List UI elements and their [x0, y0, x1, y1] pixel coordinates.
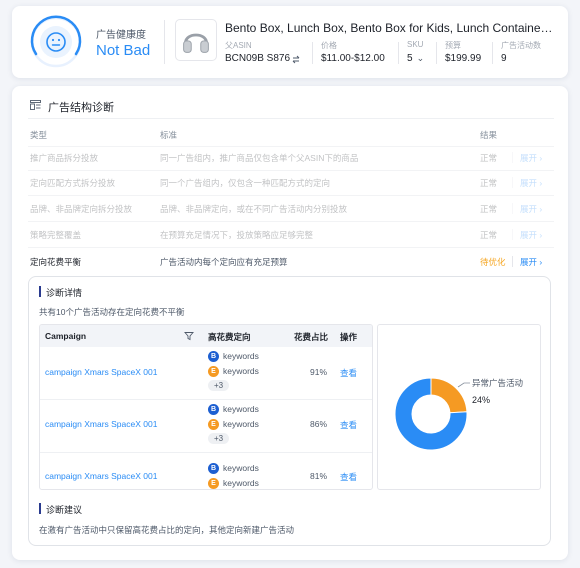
row-standard: 广告活动内每个定向应有充足预算: [160, 257, 288, 267]
advice-title: 诊断建议: [46, 505, 83, 515]
campaign-count-value: 9: [501, 53, 507, 64]
view-link[interactable]: 查看: [340, 419, 357, 431]
broad-badge-icon: B: [208, 404, 219, 416]
sku-label: SKU: [407, 40, 424, 49]
product-health-card: 广告健康度 Not Bad Bento Box, Lunch Box, Bent…: [12, 6, 568, 78]
chevron-right-icon: ›: [539, 153, 543, 163]
broad-badge-icon: B: [208, 463, 219, 475]
chevron-right-icon: ›: [539, 230, 543, 240]
th-action: 操作: [340, 332, 358, 342]
budget-label: 预算: [445, 41, 461, 50]
keyword-item: Bkeywords: [208, 404, 259, 416]
table-header: Campaign 高花费定向 花费占比 操作: [40, 325, 372, 347]
header-divider: [164, 20, 165, 64]
exact-badge-icon: E: [208, 478, 219, 489]
structure-icon: [30, 100, 41, 110]
expand-link-active[interactable]: 展开 ›: [520, 256, 542, 268]
product-thumbnail[interactable]: [175, 19, 217, 61]
campaign-link[interactable]: campaign Xmars SpaceX 001: [45, 419, 157, 429]
section-title: 广告结构诊断: [48, 102, 114, 114]
keyword-item: Ekeywords: [208, 419, 259, 431]
budget-value: $199.99: [445, 53, 482, 64]
filter-icon[interactable]: [184, 331, 194, 341]
status-badge: 待优化: [480, 257, 506, 267]
sku-dropdown[interactable]: 5 ⌄: [407, 53, 424, 64]
keyword-item: Ekeywords: [208, 478, 259, 489]
health-gauge-icon: [30, 15, 82, 68]
campaign-link[interactable]: campaign Xmars SpaceX 001: [45, 367, 157, 377]
expand-link[interactable]: 展开 ›: [520, 177, 542, 189]
spend-share: 91%: [310, 367, 328, 377]
th-targeting: 高花费定向: [208, 332, 251, 342]
view-link[interactable]: 查看: [340, 471, 357, 483]
pie-leader-line: [457, 382, 470, 388]
title-accent-bar: [39, 286, 41, 297]
spend-share: 81%: [310, 471, 328, 481]
donut-chart: 异常广告活动 24%: [394, 377, 524, 451]
price-value: $11.00-$12.00: [321, 53, 385, 64]
detail-table: Campaign 高花费定向 花费占比 操作 campaign Xmars Sp…: [39, 324, 373, 490]
expand-link[interactable]: 展开 ›: [520, 152, 542, 164]
detail-title: 诊断详情: [46, 288, 83, 298]
detail-summary: 共有10个广告活动存在定向花费不平衡: [39, 307, 185, 317]
chevron-right-icon: ›: [539, 178, 543, 188]
product-title[interactable]: Bento Box, Lunch Box, Bento Box for Kids…: [225, 21, 555, 35]
pie-slice-abnormal[interactable]: [430, 377, 468, 414]
chart-panel: 异常广告活动 24%: [377, 324, 541, 490]
col-header-standard: 标准: [160, 130, 178, 140]
chevron-down-icon: ⌄: [416, 53, 425, 63]
view-link[interactable]: 查看: [340, 367, 357, 379]
col-header-result: 结果: [480, 130, 498, 140]
advice-accent-bar: [39, 503, 41, 514]
health-status: Not Bad: [96, 42, 151, 59]
chevron-right-icon: ›: [539, 257, 543, 267]
pie-data-label: 24%: [472, 395, 490, 405]
row-type: 定向花费平衡: [30, 257, 82, 267]
col-header-type: 类型: [30, 130, 48, 140]
asin-value: BCN09B S876: [225, 53, 291, 64]
keyword-item: Bkeywords: [208, 351, 259, 363]
section-divider: [28, 118, 554, 119]
more-keywords-chip[interactable]: +3: [208, 433, 230, 444]
chevron-right-icon: ›: [539, 204, 543, 214]
campaign-link[interactable]: campaign Xmars SpaceX 001: [45, 471, 157, 481]
sku-value: 5: [407, 53, 413, 64]
expand-link[interactable]: 展开 ›: [520, 203, 542, 215]
swap-icon[interactable]: [291, 54, 301, 64]
expand-link[interactable]: 展开 ›: [520, 229, 542, 241]
keyword-item: Ekeywords: [208, 366, 259, 378]
exact-badge-icon: E: [208, 366, 219, 378]
asin-label: 父ASIN: [225, 41, 252, 50]
headphones-icon: [183, 33, 209, 53]
campaign-count-label: 广告活动数: [501, 41, 541, 50]
th-share: 花费占比: [294, 332, 329, 342]
more-keywords-chip[interactable]: +3: [208, 380, 230, 391]
th-campaign: Campaign: [45, 331, 87, 341]
spend-share: 86%: [310, 419, 328, 429]
keyword-item: Bkeywords: [208, 463, 259, 475]
price-label: 价格: [321, 41, 337, 50]
exact-badge-icon: E: [208, 419, 219, 431]
broad-badge-icon: B: [208, 351, 219, 363]
pie-legend-label: 异常广告活动: [472, 378, 524, 388]
advice-text: 在激有广告活动中只保留高花费占比的定向，其他定向新建广告活动: [39, 525, 295, 535]
health-title: 广告健康度: [96, 30, 146, 41]
